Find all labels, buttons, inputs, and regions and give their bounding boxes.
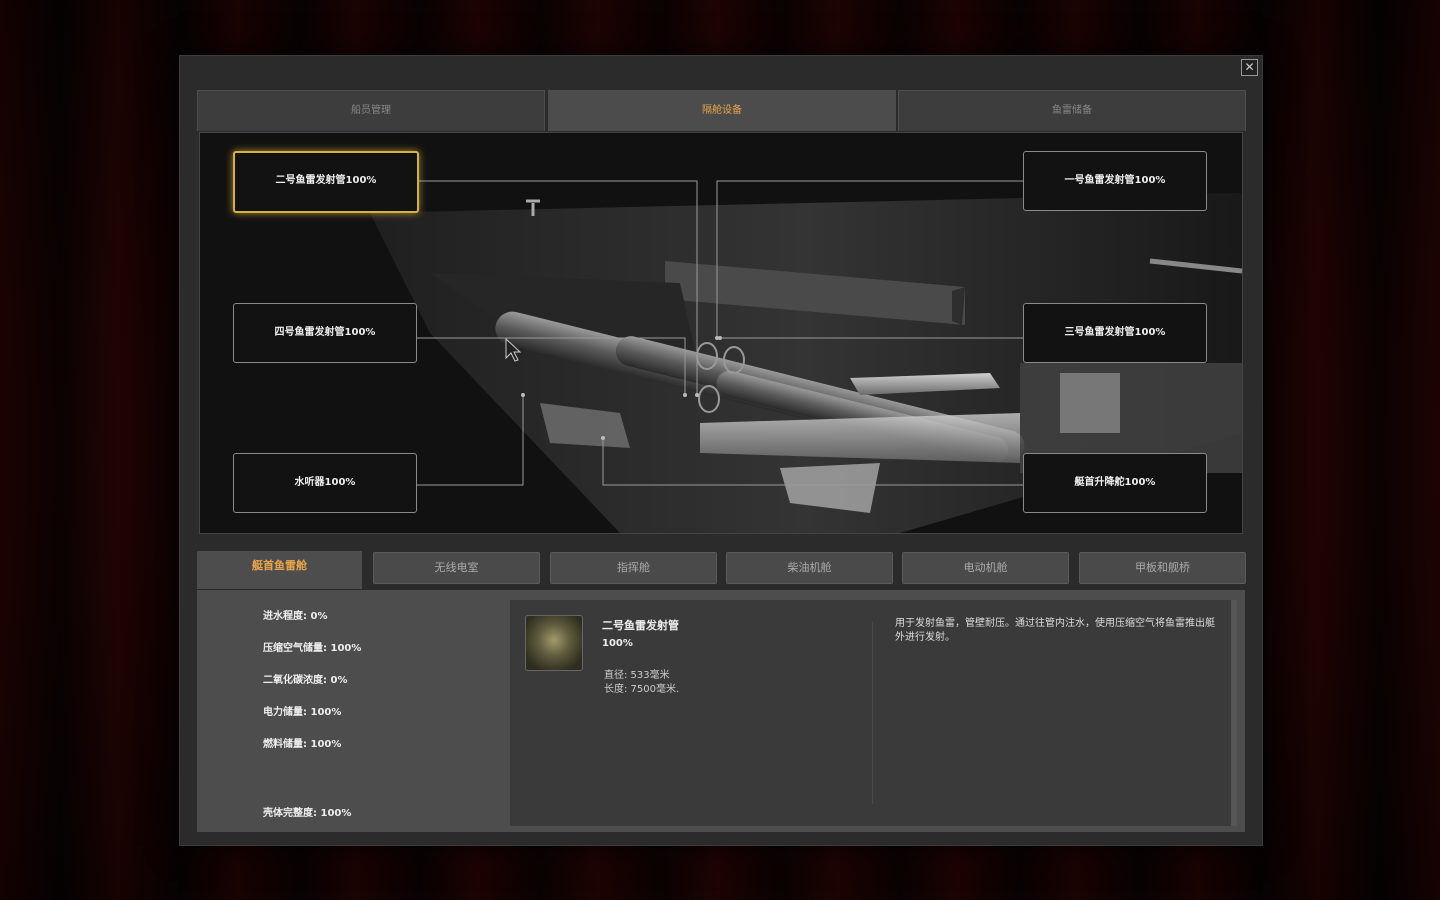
tab-electric-motor-room[interactable]: 电动机舱 <box>902 552 1069 584</box>
tab-diesel-room[interactable]: 柴油机舱 <box>726 552 893 584</box>
component-torpedo-tube-2[interactable]: 二号鱼雷发射管100% <box>233 151 419 213</box>
stat-co2: 二氧化碳浓度: 0% <box>263 675 348 686</box>
item-condition: 100% <box>602 638 633 649</box>
submarine-cutaway-view: 二号鱼雷发射管100% 一号鱼雷发射管100% 四号鱼雷发射管100% 三号鱼雷… <box>199 132 1243 534</box>
divider <box>872 622 873 804</box>
mouse-cursor-icon <box>505 338 521 362</box>
tab-bow-torpedo-room[interactable]: 艇首鱼雷舱 <box>197 551 362 589</box>
item-name: 二号鱼雷发射管 <box>602 619 679 632</box>
tab-compartment-equipment[interactable]: 隔舱设备 <box>548 90 896 131</box>
compartment-detail-panel: 进水程度: 0% 压缩空气储量: 100% 二氧化碳浓度: 0% 电力储量: 1… <box>197 590 1245 832</box>
top-tab-bar: 船员管理 隔舱设备 鱼雷储备 <box>197 90 1246 131</box>
stat-battery: 电力储量: 100% <box>263 707 342 718</box>
component-bow-planes[interactable]: 艇首升降舵100% <box>1023 453 1207 513</box>
tab-control-room[interactable]: 指挥舱 <box>550 552 717 584</box>
component-hydrophone[interactable]: 水听器100% <box>233 453 417 513</box>
compartment-status-list: 进水程度: 0% 压缩空气储量: 100% 二氧化碳浓度: 0% 电力储量: 1… <box>263 590 513 832</box>
tab-radio-room[interactable]: 无线电室 <box>373 552 540 584</box>
component-torpedo-tube-1[interactable]: 一号鱼雷发射管100% <box>1023 151 1207 211</box>
panel-scrollbar[interactable] <box>1231 600 1237 826</box>
selected-item-info: 二号鱼雷发射管 100% 直径: 533毫米 长度: 7500毫米. 用于发射鱼… <box>510 600 1237 826</box>
tab-crew-management[interactable]: 船员管理 <box>197 90 545 131</box>
stat-hull-integrity: 壳体完整度: 100% <box>263 808 352 819</box>
stat-fuel: 燃料储量: 100% <box>263 739 342 750</box>
item-description: 用于发射鱼雷，管壁耐压。通过往管内注水，使用压缩空气将鱼雷推出艇外进行发射。 <box>895 618 1215 643</box>
compartment-window: ✕ 船员管理 隔舱设备 鱼雷储备 二号鱼雷发射管100% 一号鱼雷发射管100%… <box>179 55 1263 846</box>
component-torpedo-tube-4[interactable]: 四号鱼雷发射管100% <box>233 303 417 363</box>
tab-torpedo-reserve[interactable]: 鱼雷储备 <box>898 90 1246 131</box>
component-torpedo-tube-3[interactable]: 三号鱼雷发射管100% <box>1023 303 1207 363</box>
close-button[interactable]: ✕ <box>1241 59 1258 76</box>
item-portrait <box>525 615 583 671</box>
tab-deck-and-bridge[interactable]: 甲板和舰桥 <box>1079 552 1246 584</box>
item-diameter: 直径: 533毫米 <box>604 670 670 681</box>
compartment-tab-bar: 艇首鱼雷舱 无线电室 指挥舱 柴油机舱 电动机舱 甲板和舰桥 <box>197 551 1247 591</box>
stat-flooding: 进水程度: 0% <box>263 611 328 622</box>
item-length: 长度: 7500毫米. <box>604 684 680 695</box>
stat-compressed-air: 压缩空气储量: 100% <box>263 643 362 654</box>
